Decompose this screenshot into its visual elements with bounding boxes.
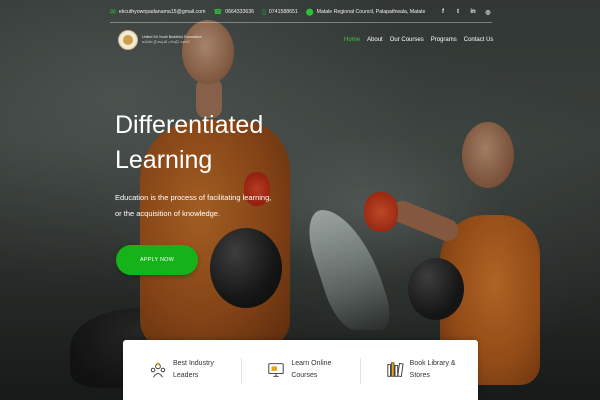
hero-title-line2: Learning — [115, 146, 213, 174]
phone1-text: 0664333636 — [225, 9, 255, 15]
envelope-icon: ✉ — [110, 9, 116, 16]
feature-label-line2: Courses — [291, 372, 318, 379]
hero-title: Differentiated Learning — [115, 108, 315, 178]
leaders-icon — [150, 361, 166, 378]
logo-text: United Sri Youth Buddhist Foundation සමස… — [142, 35, 202, 45]
facebook-icon[interactable]: f — [439, 9, 447, 16]
feature-strip: Best Industry Leaders Learn Online Cours… — [123, 340, 478, 400]
address-contact: ⬤ Matale Regional Council, Palapathwala,… — [306, 8, 426, 16]
feature-label-line1: Book Library & — [409, 360, 456, 367]
feature-label-line2: Stores — [409, 372, 430, 379]
nav-our-courses[interactable]: Our Courses — [390, 37, 424, 43]
nav-contact-us[interactable]: Contact Us — [464, 37, 494, 43]
instagram-icon[interactable]: ◎ — [484, 9, 492, 16]
logo-emblem-icon — [118, 30, 138, 50]
feature-item[interactable]: Book Library & Stores — [359, 340, 478, 400]
site-logo[interactable]: United Sri Youth Buddhist Foundation සමස… — [118, 30, 202, 50]
email-text: ekcuthyownpadanama15@gmail.com — [118, 9, 206, 15]
social-links: f t in ◎ — [439, 9, 492, 16]
phone1-contact[interactable]: ☎ 0664333636 — [213, 8, 254, 16]
feature-label-line2: Leaders — [173, 372, 199, 379]
email-contact[interactable]: ✉ ekcuthyownpadanama15@gmail.com — [110, 8, 205, 16]
main-nav: Home About Our Courses Programs Contact … — [344, 37, 493, 43]
nav-home[interactable]: Home — [344, 37, 360, 43]
nav-about[interactable]: About — [367, 37, 383, 43]
books-icon — [387, 362, 404, 377]
hero-subtitle: Education is the process of facilitating… — [115, 193, 272, 218]
phone2-contact[interactable]: ▯ 0741588651 — [262, 8, 298, 16]
feature-label-line1: Best Industry — [173, 360, 214, 367]
apply-now-button[interactable]: APPLY NOW — [116, 245, 198, 275]
top-info-bar: ✉ ekcuthyownpadanama15@gmail.com ☎ 06643… — [110, 4, 492, 20]
address-text: Matale Regional Council, Palapathwala, M… — [316, 9, 426, 15]
phone-icon: ☎ — [213, 9, 223, 16]
feature-item[interactable]: Learn Online Courses — [241, 340, 359, 400]
linkedin-icon[interactable]: in — [469, 9, 477, 16]
phone2-text: 0741588651 — [268, 9, 298, 15]
top-divider — [110, 22, 492, 23]
logo-line-sinhala: සමස්ත ශ්‍රී තරුණ බෞද්ධ පදනම — [142, 40, 190, 44]
feature-label-line1: Learn Online — [291, 360, 332, 367]
online-course-icon — [268, 363, 284, 377]
twitter-icon[interactable]: t — [454, 9, 462, 16]
mobile-icon: ▯ — [262, 9, 266, 16]
map-pin-icon: ⬤ — [305, 9, 314, 16]
feature-item[interactable]: Best Industry Leaders — [123, 340, 241, 400]
hero-title-line1: Differentiated — [115, 111, 264, 139]
nav-programs[interactable]: Programs — [431, 37, 457, 43]
